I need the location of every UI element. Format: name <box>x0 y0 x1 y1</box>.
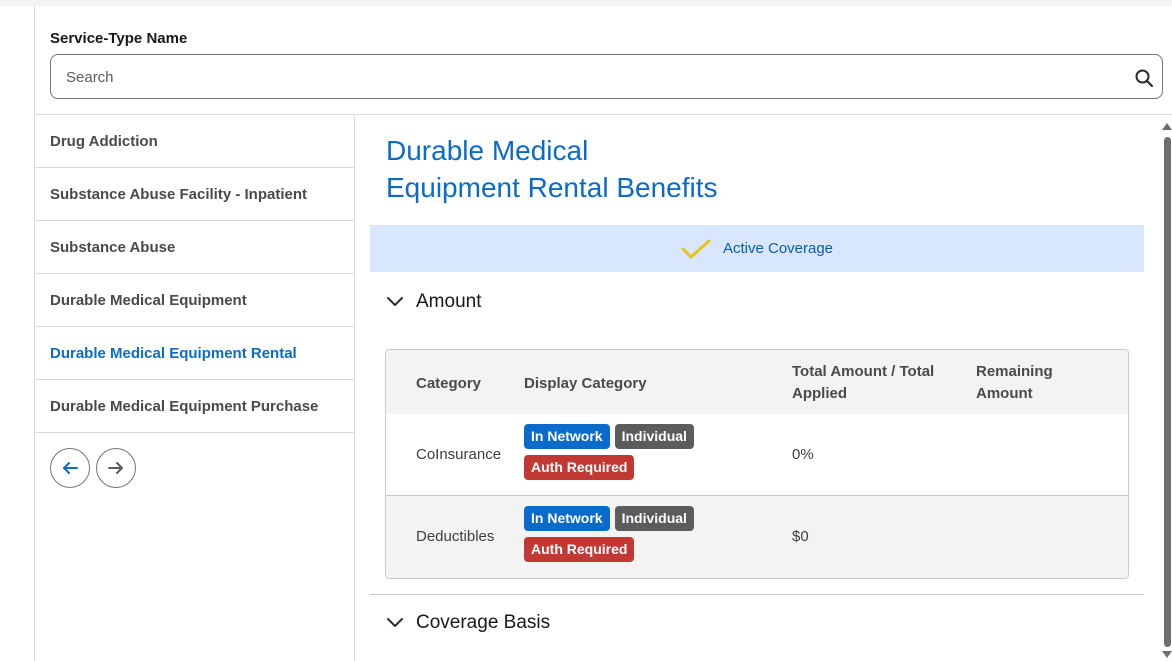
scrollbar-thumb[interactable] <box>1164 137 1171 647</box>
page-title: Durable Medical Equipment Rental Benefit… <box>386 132 886 206</box>
scrollbar[interactable] <box>1161 115 1172 661</box>
individual-badge: Individual <box>614 424 694 449</box>
auth-required-badge: Auth Required <box>524 537 635 562</box>
scroll-down-icon[interactable] <box>1162 651 1172 658</box>
sidebar-item-label: Substance Abuse <box>50 238 176 256</box>
page-title-line1: Durable Medical <box>386 135 589 166</box>
search-field[interactable] <box>50 54 1163 99</box>
auth-required-badge: Auth Required <box>524 455 635 480</box>
badge-group: In Network Individual Auth Required <box>524 506 744 562</box>
chevron-down-icon <box>387 618 403 627</box>
sidebar-item-durable-medical-equipment-rental[interactable]: Durable Medical Equipment Rental <box>35 327 354 380</box>
amount-section-toggle[interactable]: Amount <box>386 291 481 313</box>
next-button[interactable] <box>96 448 136 488</box>
sidebar-item-drug-addiction[interactable]: Drug Addiction <box>35 115 354 168</box>
page-title-line2: Equipment Rental Benefits <box>386 172 718 203</box>
sidebar-item-label: Substance Abuse Facility - Inpatient <box>50 185 307 203</box>
sidebar-item-durable-medical-equipment-purchase[interactable]: Durable Medical Equipment Purchase <box>35 380 354 433</box>
in-network-badge: In Network <box>524 506 610 531</box>
cell-category: CoInsurance <box>416 446 502 463</box>
column-header-category: Category <box>416 375 482 392</box>
sidebar-item-label: Durable Medical Equipment Rental <box>50 344 297 362</box>
table-row: CoInsurance In Network Individual Auth R… <box>386 414 1128 496</box>
sidebar-item-label: Durable Medical Equipment <box>50 291 247 309</box>
sidebar-item-substance-abuse[interactable]: Substance Abuse <box>35 221 354 274</box>
in-network-badge: In Network <box>524 424 610 449</box>
amount-table: Category Display Category Total Amount /… <box>385 349 1129 579</box>
chevron-down-icon <box>387 297 403 306</box>
service-type-list: Drug Addiction Substance Abuse Facility … <box>35 115 354 433</box>
cell-category: Deductibles <box>416 528 495 545</box>
table-row: Deductibles In Network Individual Auth R… <box>386 496 1128 578</box>
sidebar-item-label: Drug Addiction <box>50 132 158 150</box>
column-header-total-amount: Total Amount / Total Applied <box>792 361 934 405</box>
arrow-left-icon <box>63 462 78 474</box>
search-label: Service-Type Name <box>50 30 188 47</box>
cell-total-amount: $0 <box>792 528 809 545</box>
checkmark-icon <box>681 239 711 258</box>
search-icon[interactable] <box>1134 68 1154 88</box>
column-header-remaining-line2: Amount <box>976 385 1033 402</box>
table-header: Category Display Category Total Amount /… <box>386 350 1128 414</box>
arrow-right-icon <box>108 462 123 474</box>
column-header-total-amount-line1: Total Amount / Total <box>792 363 935 380</box>
amount-section-title: Amount <box>416 291 482 312</box>
sidebar-item-durable-medical-equipment[interactable]: Durable Medical Equipment <box>35 274 354 327</box>
sidebar-item-substance-abuse-facility-inpatient[interactable]: Substance Abuse Facility - Inpatient <box>35 168 354 221</box>
column-header-display-category: Display Category <box>524 375 647 392</box>
section-divider <box>370 594 1144 595</box>
coverage-basis-section-toggle[interactable]: Coverage Basis <box>386 612 550 634</box>
coverage-basis-section-title: Coverage Basis <box>416 612 551 633</box>
sidebar-item-label: Durable Medical Equipment Purchase <box>50 397 319 415</box>
column-header-remaining-line1: Remaining <box>976 363 1053 380</box>
previous-button[interactable] <box>50 448 90 488</box>
coverage-status-banner: Active Coverage <box>370 225 1144 272</box>
panel-divider <box>354 115 355 661</box>
cell-total-amount: 0% <box>792 446 814 463</box>
pagination <box>50 448 136 488</box>
badge-group: In Network Individual Auth Required <box>524 424 744 480</box>
search-input[interactable] <box>66 67 1116 87</box>
column-header-total-amount-line2: Applied <box>792 385 847 402</box>
coverage-status-text: Active Coverage <box>722 240 834 257</box>
top-bar <box>0 0 1172 6</box>
scroll-up-icon[interactable] <box>1162 123 1172 130</box>
column-header-remaining-amount: Remaining Amount <box>976 361 1053 405</box>
individual-badge: Individual <box>614 506 694 531</box>
